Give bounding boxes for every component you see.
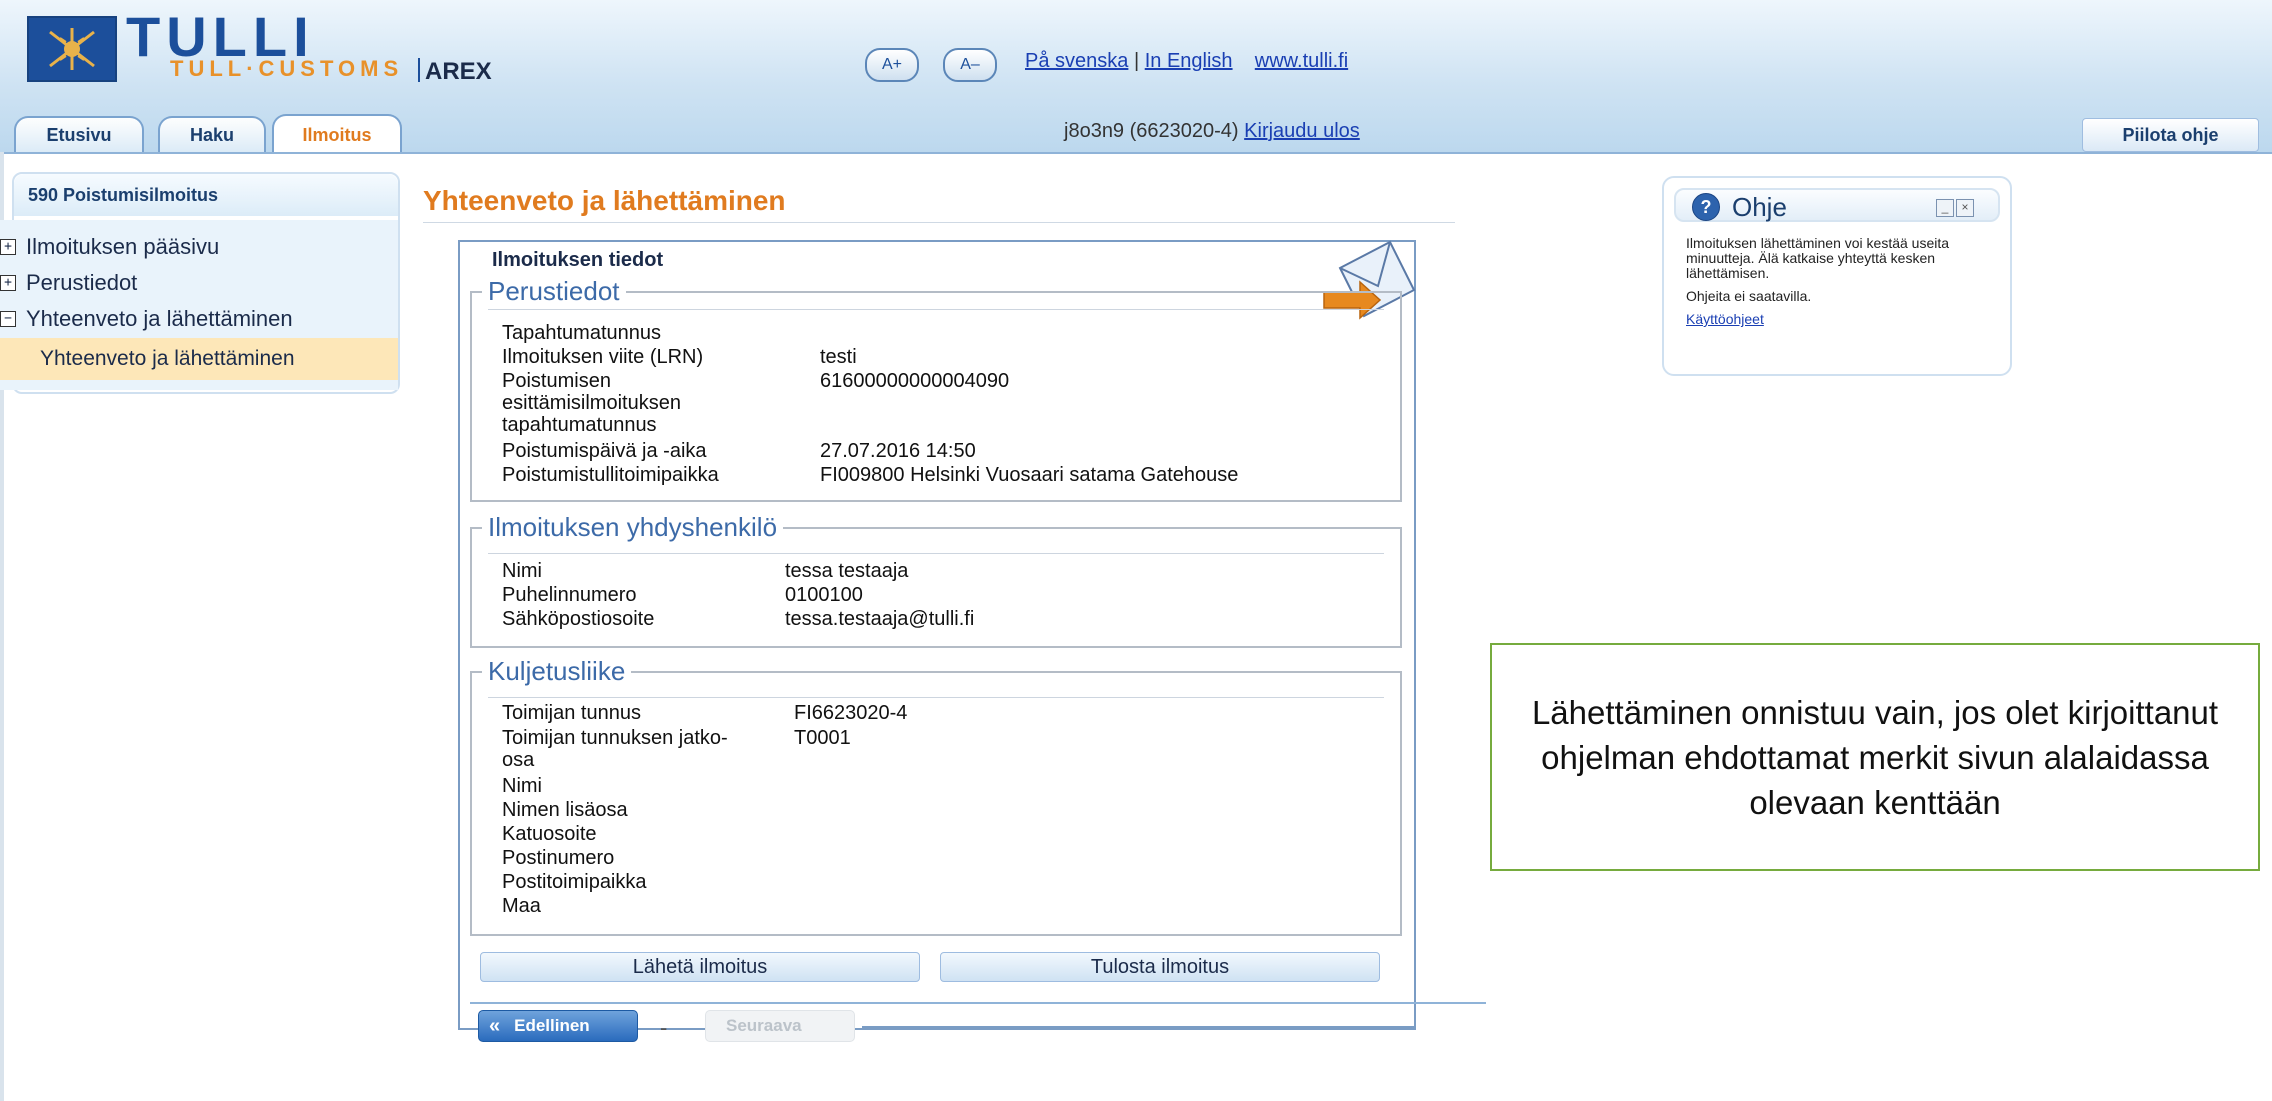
nav-separator: -	[660, 1015, 668, 1040]
tab-haku[interactable]: Haku	[158, 116, 266, 152]
field-label: Ilmoituksen viite (LRN)	[502, 346, 704, 368]
help-panel: ? Ohje _ × Ilmoituksen lähettäminen voi …	[1662, 176, 2012, 376]
field-label: Nimen lisäosa	[502, 799, 628, 821]
field-value: 27.07.2016 14:50	[820, 440, 976, 462]
send-declaration-button[interactable]: Lähetä ilmoitus	[480, 952, 920, 982]
field-value: 61600000000004090	[820, 370, 1010, 392]
help-question-icon: ?	[1692, 193, 1720, 221]
fieldset-legend: Ilmoituksen yhdyshenkilö	[488, 512, 778, 542]
brand-subtitle: TULL·CUSTOMS	[170, 56, 404, 81]
sidebar-title[interactable]: 590 Poistumisilmoitus	[14, 174, 398, 216]
print-declaration-button[interactable]: Tulosta ilmoitus	[940, 952, 1380, 982]
field-label: Poistumispäivä ja -aika	[502, 440, 707, 462]
next-label: Seuraava	[726, 1016, 802, 1035]
field-value: tessa testaaja	[785, 560, 909, 582]
help-header: ? Ohje _ ×	[1674, 188, 2000, 222]
hide-help-button[interactable]: Piilota ohje	[2082, 118, 2259, 152]
app-name: AREX	[425, 58, 492, 85]
tulli-logo-icon[interactable]	[27, 16, 117, 82]
sidebar-item-label: Ilmoituksen pääsivu	[26, 234, 220, 259]
header-bar: TULLI TULL·CUSTOMS AREX A+ A– På svenska…	[0, 0, 2272, 154]
field-label: Toimijan tunnus	[502, 702, 641, 724]
field-label: Katuosoite	[502, 823, 597, 845]
field-label: Puhelinnumero	[502, 584, 637, 606]
brand-separator	[418, 58, 420, 82]
sidebar-subitem-active[interactable]: Yhteenveto ja lähettäminen	[0, 338, 398, 380]
sidebar-item-paasivu[interactable]: + Ilmoituksen pääsivu	[0, 230, 219, 264]
english-link[interactable]: In English	[1145, 50, 1233, 72]
field-value: FI6623020-4	[794, 702, 908, 724]
field-label: Maa	[502, 895, 541, 917]
expand-icon[interactable]: +	[0, 275, 16, 291]
callout-text: Lähettäminen onnistuu vain, jos olet kir…	[1531, 693, 2219, 821]
title-divider	[423, 222, 1455, 223]
header-divider	[0, 152, 2272, 154]
user-guide-link[interactable]: Käyttöohjeet	[1686, 311, 1764, 327]
link-separator: |	[1133, 50, 1140, 72]
logout-link[interactable]: Kirjaudu ulos	[1244, 120, 1360, 142]
help-title: Ohje	[1732, 192, 1787, 222]
callout-box: Lähettäminen onnistuu vain, jos olet kir…	[1490, 643, 2260, 871]
swedish-link[interactable]: På svenska	[1025, 50, 1128, 72]
sidebar-item-label: Yhteenveto ja lähettäminen	[26, 306, 293, 331]
collapse-icon[interactable]: −	[0, 311, 16, 327]
expand-icon[interactable]: +	[0, 239, 16, 255]
section-title: Ilmoituksen tiedot	[492, 249, 664, 271]
language-links: På svenska | In English www.tulli.fi	[1025, 50, 1348, 73]
fieldset-legend: Perustiedot	[488, 276, 620, 306]
field-value: 0100100	[785, 584, 863, 606]
field-label: Postinumero	[502, 847, 615, 869]
field-label: Postitoimipaikka	[502, 871, 647, 893]
sidebar-item-perustiedot[interactable]: + Perustiedot	[0, 266, 137, 300]
help-body: Ilmoituksen lähettäminen voi kestää usei…	[1686, 236, 2006, 327]
next-button[interactable]: Seuraava	[705, 1010, 855, 1042]
sidebar-item-label: Perustiedot	[26, 270, 138, 295]
field-value: FI009800 Helsinki Vuosaari satama Gateho…	[820, 464, 1239, 486]
user-id: j8o3n9 (6623020-4)	[1064, 120, 1239, 142]
field-label: Nimi	[502, 560, 542, 582]
fieldset-rule	[488, 553, 1384, 554]
minimize-icon[interactable]: _	[1936, 199, 1954, 217]
font-decrease-button[interactable]: A–	[943, 48, 997, 82]
user-info: j8o3n9 (6623020-4) Kirjaudu ulos	[1064, 120, 1360, 143]
fieldset-legend: Kuljetusliike	[488, 656, 626, 686]
field-label: Sähköpostiosoite	[502, 608, 655, 630]
field-value: tessa.testaaja@tulli.fi	[785, 608, 975, 630]
fieldset-rule	[488, 697, 1384, 698]
field-label: Toimijan tunnuksen jatko- osa	[502, 727, 728, 771]
close-icon[interactable]: ×	[1956, 199, 1974, 217]
previous-button[interactable]: « Edellinen	[478, 1010, 638, 1042]
field-label: Tapahtumatunnus	[502, 322, 662, 344]
chevron-left-icon: «	[489, 1014, 501, 1037]
help-text: Ohjeita ei saatavilla.	[1686, 288, 1812, 304]
nav-line	[862, 1026, 1416, 1028]
tab-etusivu[interactable]: Etusivu	[14, 116, 144, 152]
previous-label: Edellinen	[514, 1016, 590, 1035]
field-label: Nimi	[502, 775, 542, 797]
site-link[interactable]: www.tulli.fi	[1255, 50, 1348, 72]
field-value: T0001	[794, 727, 851, 749]
app-window: TULLI TULL·CUSTOMS AREX A+ A– På svenska…	[0, 0, 2272, 1101]
nav-divider	[470, 1002, 1486, 1004]
carrier-fieldset: Kuljetusliike	[470, 656, 1402, 936]
fieldset-rule	[488, 309, 1384, 310]
sidebar-menu: + Ilmoituksen pääsivu + Perustiedot − Yh…	[0, 220, 398, 390]
tab-ilmoitus[interactable]: Ilmoitus	[272, 114, 402, 154]
page-title: Yhteenveto ja lähettäminen	[423, 185, 786, 216]
font-increase-button[interactable]: A+	[865, 48, 919, 82]
field-label: Poistumistullitoimipaikka	[502, 464, 719, 486]
sidebar-item-yhteenveto[interactable]: − Yhteenveto ja lähettäminen	[0, 302, 293, 336]
field-value: testi	[820, 346, 857, 368]
help-text: Ilmoituksen lähettäminen voi kestää usei…	[1686, 235, 1950, 281]
field-label: Poistumisen esittämisilmoituksen tapahtu…	[502, 370, 681, 436]
